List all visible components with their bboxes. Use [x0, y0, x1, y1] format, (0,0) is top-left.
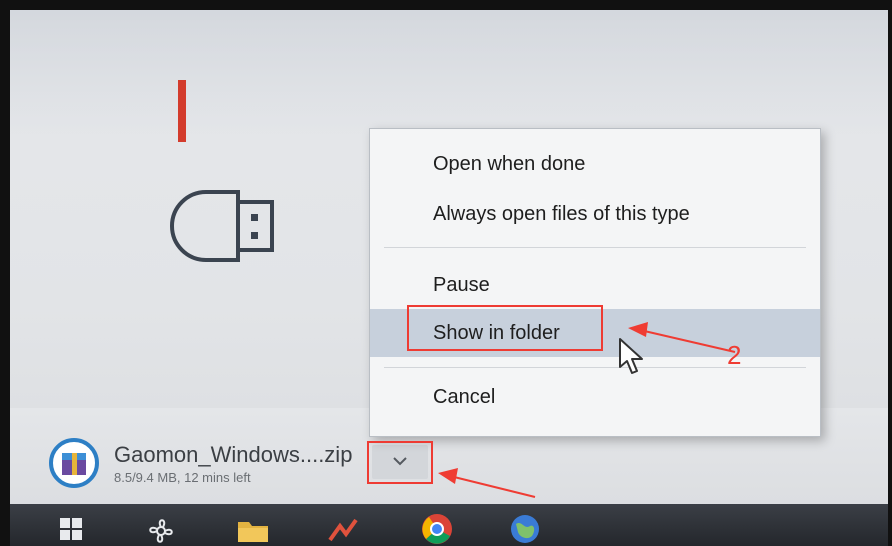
folder-icon[interactable] — [236, 516, 270, 544]
annotation-arrows — [438, 322, 736, 498]
app-icon[interactable] — [326, 516, 360, 544]
annotation-step-2: 2 — [727, 340, 742, 370]
mouse-cursor-icon — [619, 338, 643, 374]
windows-start-icon[interactable] — [58, 516, 84, 542]
globe-icon[interactable] — [508, 512, 542, 546]
fan-icon[interactable] — [146, 516, 176, 546]
chrome-icon[interactable] — [420, 512, 454, 546]
annotation-arrow-1 — [438, 468, 536, 498]
